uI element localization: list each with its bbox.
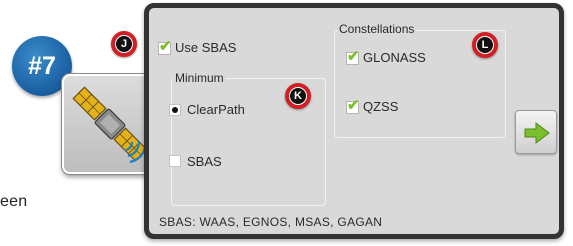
callout-k-letter: K xyxy=(290,88,306,104)
use-sbas-label: Use SBAS xyxy=(175,40,237,55)
constellation-qzss-label: QZSS xyxy=(363,99,399,114)
selected-dot-icon xyxy=(172,107,178,113)
minimum-option-clearpath-label: ClearPath xyxy=(187,102,245,117)
callout-k: K xyxy=(285,83,311,109)
minimum-option-sbas-label: SBAS xyxy=(187,154,222,169)
check-icon: ✔ xyxy=(347,48,360,65)
check-icon: ✔ xyxy=(159,38,172,55)
minimum-option-sbas-radio[interactable] xyxy=(169,155,181,167)
check-icon: ✔ xyxy=(347,97,360,114)
callout-l: L xyxy=(472,32,498,58)
constellations-group-title: Constellations xyxy=(337,22,417,36)
use-sbas-checkbox[interactable]: ✔ xyxy=(158,38,172,55)
arrow-right-icon xyxy=(524,121,550,145)
constellation-glonass-checkbox[interactable]: ✔ xyxy=(346,48,360,65)
minimum-group-title: Minimum xyxy=(173,71,226,85)
callout-j: J xyxy=(111,31,137,57)
next-button[interactable] xyxy=(515,110,557,154)
callout-l-letter: L xyxy=(477,37,493,53)
gnss-settings-panel: ✔ Use SBAS Minimum ClearPath SBAS Conste… xyxy=(144,3,564,239)
callout-j-letter: J xyxy=(116,36,132,52)
constellation-qzss-checkbox[interactable]: ✔ xyxy=(346,97,360,114)
sbas-systems-footer: SBAS: WAAS, EGNOS, MSAS, GAGAN xyxy=(159,215,383,229)
minimum-option-clearpath-radio[interactable] xyxy=(169,104,181,116)
doc-text-fragment: een xyxy=(0,193,28,210)
constellation-glonass-label: GLONASS xyxy=(363,50,426,65)
